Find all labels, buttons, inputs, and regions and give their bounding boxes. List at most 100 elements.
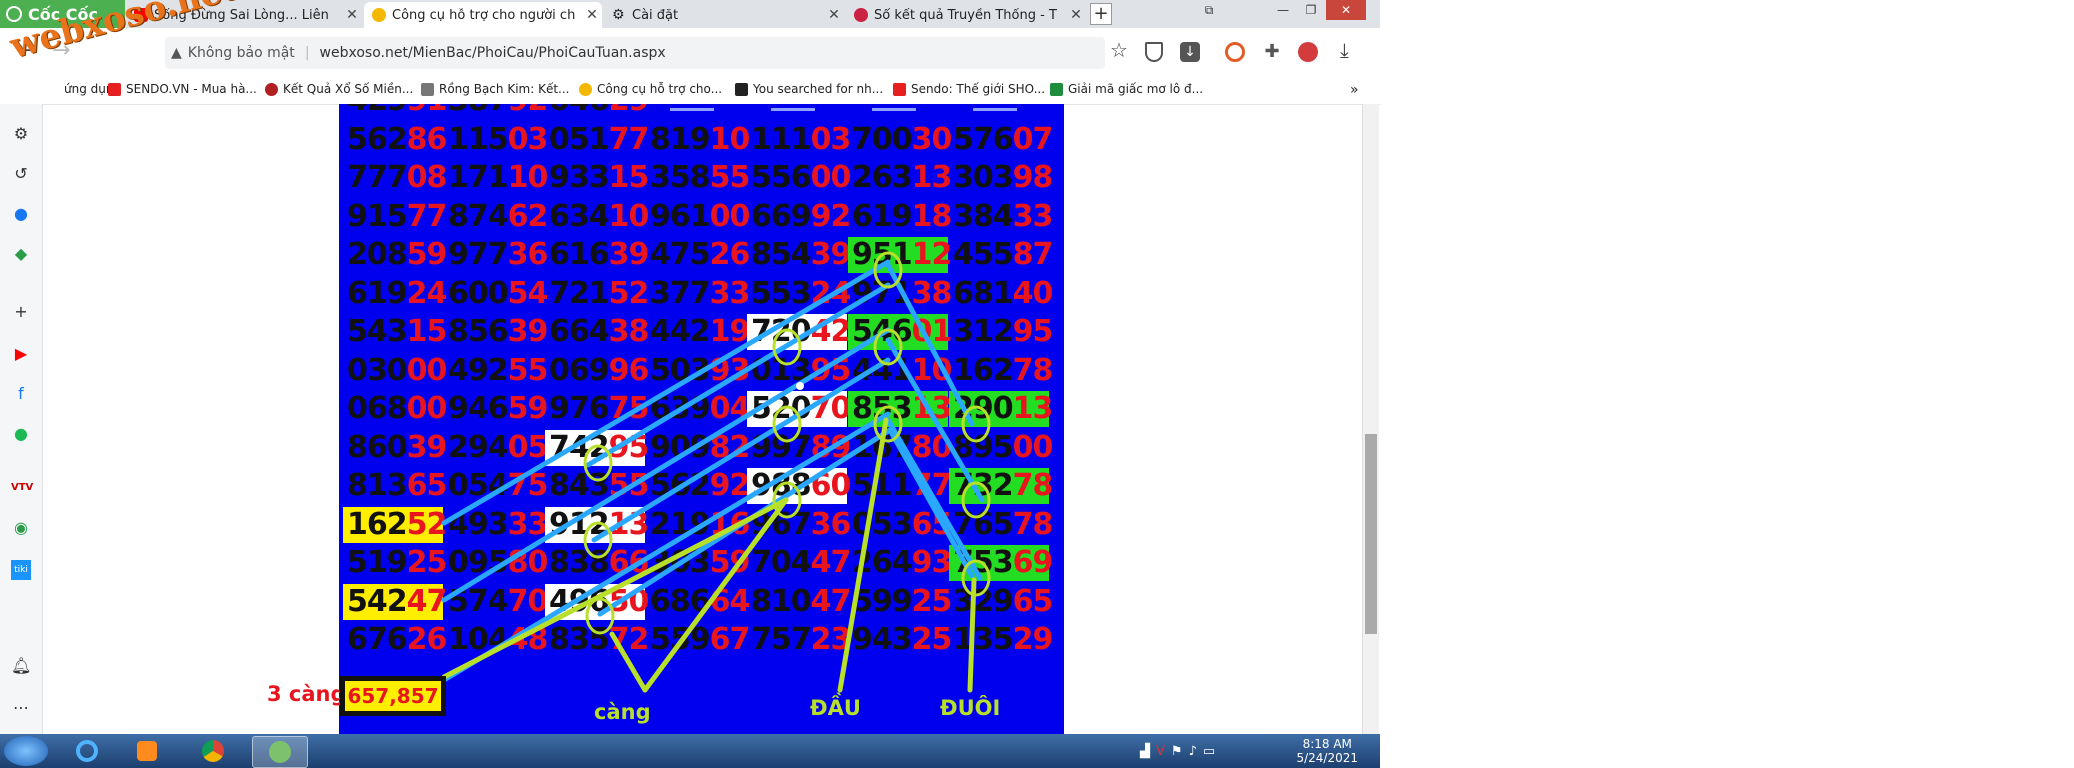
cell-suffix: 33 — [507, 506, 549, 542]
new-tab-button[interactable]: + — [1090, 3, 1112, 25]
grid-cell: 38433 — [949, 199, 1053, 235]
bookmark-sendo-shop[interactable]: Sendo: Thế giới SHO... — [893, 82, 1045, 96]
grid-cell: 70030 — [848, 122, 952, 158]
cell-suffix: 93 — [709, 352, 751, 388]
extension-icon[interactable] — [1225, 42, 1245, 62]
plus-icon[interactable]: + — [11, 302, 31, 322]
cell-prefix: 574 — [448, 583, 509, 619]
cell-suffix: 95 — [608, 429, 650, 465]
grid-cell: 49333 — [444, 507, 548, 543]
grid-cell: 76578 — [949, 507, 1053, 543]
cell-prefix: 619 — [852, 198, 913, 234]
media-player-icon[interactable] — [124, 736, 170, 766]
close-window-button[interactable]: ✕ — [1326, 0, 1366, 20]
coccoc-taskbar-icon[interactable] — [252, 736, 308, 768]
scrollbar-thumb[interactable] — [1365, 434, 1377, 634]
shield-icon[interactable] — [1145, 42, 1163, 62]
maximize-button[interactable]: ❐ — [1298, 0, 1324, 20]
site-icon — [579, 82, 592, 96]
cell-prefix: 263 — [852, 160, 913, 195]
network-icon[interactable]: ▟ — [1140, 744, 1156, 759]
cell-suffix: 25 — [911, 583, 953, 619]
profile-icon[interactable] — [1298, 42, 1318, 62]
puzzle-icon[interactable]: ✚ — [1262, 42, 1282, 62]
chrome-icon[interactable] — [190, 736, 236, 766]
grid-cell: 85313 — [848, 391, 952, 427]
close-icon[interactable]: ✕ — [1066, 7, 1086, 23]
vtv-icon[interactable]: VTV — [11, 478, 33, 498]
grid-cell: 04629 — [545, 104, 649, 119]
sendo-icon — [893, 82, 906, 96]
bookmark-rong-bach-kim[interactable]: Rồng Bạch Kim: Kết... — [421, 82, 569, 96]
cell-prefix: 720 — [751, 314, 812, 349]
flag-icon[interactable]: ⚑ — [1171, 744, 1189, 759]
cell-prefix: 046 — [549, 104, 610, 118]
downloads-icon[interactable]: ⤓ — [1340, 38, 1349, 62]
spotify-icon[interactable]: ● — [11, 424, 31, 444]
grid-cell: 17110 — [444, 160, 548, 196]
close-icon[interactable]: ✕ — [582, 7, 602, 23]
map-icon[interactable]: ◉ — [11, 518, 31, 538]
cell-suffix: 78 — [1012, 506, 1054, 542]
messenger-icon[interactable]: ● — [11, 204, 31, 224]
cell-suffix: 13 — [911, 160, 953, 195]
more-icon[interactable]: ⋯ — [11, 698, 31, 718]
volume-icon[interactable]: ♪ — [1189, 744, 1203, 759]
cell-prefix: 856 — [448, 314, 509, 349]
cell-suffix: 38 — [608, 314, 650, 349]
tab-search-icon[interactable]: ⧉ — [1196, 0, 1222, 20]
cell-prefix: 312 — [953, 314, 1014, 349]
cell-prefix: 835 — [549, 622, 610, 657]
cell-prefix: 943 — [852, 622, 913, 657]
bookmark-sendo[interactable]: SENDO.VN - Mua hà... — [108, 82, 257, 96]
page-scrollbar[interactable] — [1362, 104, 1379, 734]
tab-cong-cu[interactable]: Công cụ hỗ trợ cho người ch ✕ — [364, 2, 602, 28]
tab-so-ket-qua[interactable]: Sổ kết quả Truyền Thống - T ✕ — [846, 2, 1086, 28]
start-button[interactable] — [4, 736, 48, 766]
grid-cell: 21916 — [646, 507, 750, 543]
bell-icon[interactable]: 🔔︎ — [11, 656, 31, 676]
grid-cell: 44219 — [646, 314, 750, 350]
tiki-icon[interactable]: tiki — [11, 560, 31, 580]
close-icon[interactable]: ✕ — [824, 7, 844, 23]
grid-cell: 61924 — [343, 276, 447, 312]
tab-settings[interactable]: ⚙ Cài đặt ✕ — [604, 2, 844, 28]
bookmark-cong-cu[interactable]: Công cụ hỗ trợ cho... — [579, 82, 722, 96]
youtube-icon[interactable]: ▶ — [11, 344, 31, 364]
cell-prefix: 455 — [953, 237, 1014, 272]
game-icon[interactable]: ◆ — [11, 244, 31, 264]
cell-prefix: 732 — [953, 468, 1014, 503]
close-icon[interactable]: ✕ — [342, 7, 362, 23]
cell-prefix: 704 — [751, 545, 812, 580]
cell-prefix: 742 — [549, 429, 610, 465]
address-bar[interactable]: ▲ Không bảo mật | webxoso.net/MienBac/Ph… — [165, 37, 1105, 69]
cell-prefix: 219 — [650, 506, 711, 542]
bookmarks-bar: ứng dụng SENDO.VN - Mua hà... Kết Quả Xổ… — [0, 76, 1380, 105]
cell-prefix: 838 — [549, 545, 610, 580]
clock[interactable]: 8:18 AM 5/24/2021 — [1296, 737, 1358, 765]
cell-suffix: 59 — [507, 391, 549, 426]
battery-icon[interactable]: ▭ — [1203, 744, 1221, 759]
grid-cell: 38792 — [444, 104, 548, 119]
gear-icon[interactable]: ⚙ — [11, 124, 31, 144]
cell-suffix: 70 — [507, 583, 549, 619]
minimize-button[interactable]: — — [1270, 0, 1296, 20]
download-icon[interactable]: ↓ — [1180, 42, 1200, 62]
cell-suffix: 64 — [709, 583, 751, 619]
internet-explorer-icon[interactable] — [64, 736, 110, 766]
bookmark-giai-ma[interactable]: Giải mã giấc mơ lô đ... — [1050, 82, 1203, 96]
grid-cell: 70447 — [747, 545, 851, 581]
site-favicon-icon — [372, 8, 386, 22]
star-icon[interactable]: ☆ — [1110, 38, 1128, 62]
grid-cell: 59925 — [848, 584, 952, 620]
bookmark-you-searched[interactable]: You searched for nh... — [735, 82, 883, 96]
grid-cell: 83572 — [545, 622, 649, 658]
history-icon[interactable]: ↺ — [11, 164, 31, 184]
more-bookmarks-icon[interactable]: » — [1350, 82, 1359, 98]
grid-cell: 20859 — [343, 237, 447, 273]
antivirus-icon[interactable]: V — [1156, 744, 1171, 759]
cell-prefix: 961 — [650, 198, 711, 234]
grid-cell: 77708 — [343, 160, 447, 196]
facebook-icon[interactable]: f — [11, 384, 31, 404]
bookmark-ket-qua[interactable]: Kết Quả Xổ Số Miền... — [265, 82, 413, 96]
